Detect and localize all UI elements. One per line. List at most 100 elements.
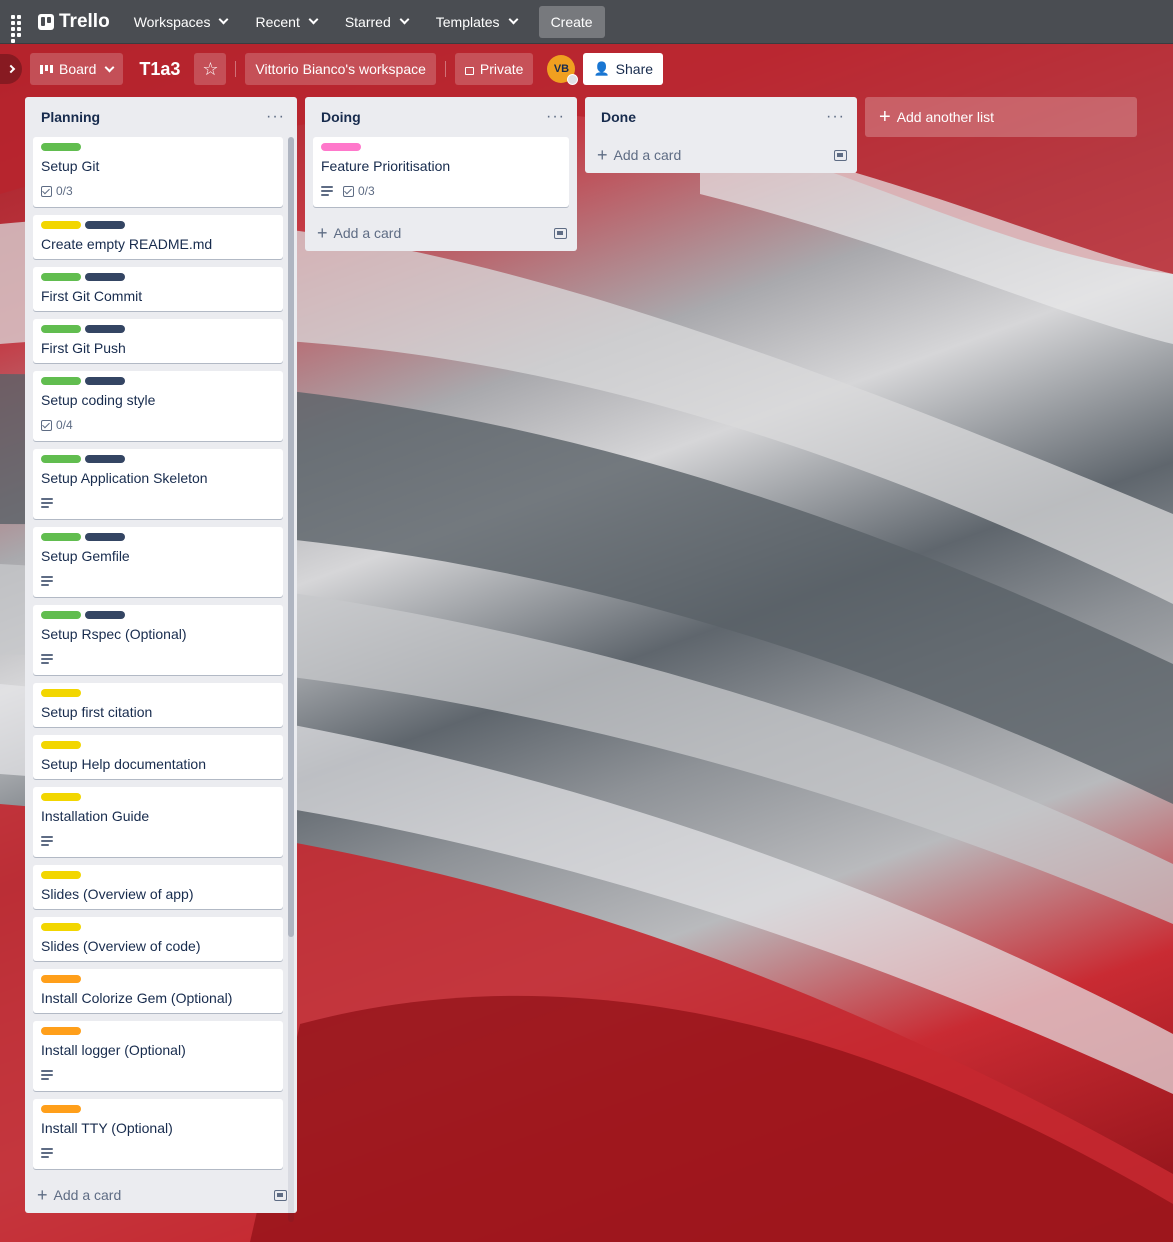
card-template-icon[interactable] <box>554 227 567 239</box>
card-labels <box>41 923 275 931</box>
starred-menu[interactable]: Starred <box>335 6 418 38</box>
board-title[interactable]: T1a3 <box>123 59 194 80</box>
card[interactable]: Setup Application Skeleton <box>33 449 283 519</box>
card-badges <box>41 571 275 591</box>
visibility-button[interactable]: Private <box>454 53 534 85</box>
card[interactable]: Setup first citation <box>33 683 283 727</box>
card[interactable]: Feature Prioritisation 0/3 <box>313 137 569 207</box>
star-icon[interactable]: ☆ <box>194 53 227 85</box>
scrollbar-thumb[interactable] <box>288 137 294 937</box>
label-yellow[interactable] <box>41 871 81 879</box>
card[interactable]: Setup Rspec (Optional) <box>33 605 283 675</box>
add-card-button[interactable]: + Add a card <box>597 146 682 164</box>
card[interactable]: Create empty README.md <box>33 215 283 259</box>
card[interactable]: Setup Git 0/3 <box>33 137 283 207</box>
label-green[interactable] <box>41 325 81 333</box>
label-yellow[interactable] <box>41 689 81 697</box>
visibility-label: Private <box>479 61 524 77</box>
card[interactable]: Slides (Overview of app) <box>33 865 283 909</box>
card-list: Setup Git 0/3 Create empty README.md First … <box>25 137 297 1169</box>
card-labels <box>41 975 275 983</box>
card[interactable]: Setup Gemfile <box>33 527 283 597</box>
app-switcher-icon[interactable] <box>8 12 28 43</box>
card-title: Feature Prioritisation <box>321 158 451 174</box>
list-title[interactable]: Planning <box>41 109 100 125</box>
avatar[interactable]: VB <box>547 55 579 85</box>
recent-label: Recent <box>255 13 300 30</box>
list-title[interactable]: Done <box>601 109 636 125</box>
add-card-label: Add a card <box>613 147 682 163</box>
sidebar-expand-button[interactable] <box>0 54 22 84</box>
label-navy[interactable] <box>85 455 125 463</box>
logo-text: Trello <box>59 10 110 32</box>
list-header: Doing ··· <box>305 97 577 137</box>
label-green[interactable] <box>41 377 81 385</box>
card[interactable]: Install logger (Optional) <box>33 1021 283 1091</box>
list-done[interactable]: Done ··· + Add a card <box>585 97 857 173</box>
card[interactable]: Setup Help documentation <box>33 735 283 779</box>
card[interactable]: Setup coding style 0/4 <box>33 371 283 441</box>
recent-menu[interactable]: Recent <box>245 6 326 38</box>
list-planning[interactable]: Planning ··· Setup Git 0/3 Create empty READ… <box>25 97 297 1222</box>
share-button[interactable]: 👤 Share <box>583 53 664 85</box>
list-menu-icon[interactable]: ··· <box>826 109 845 125</box>
card-title: Install logger (Optional) <box>41 1042 186 1058</box>
add-list-button[interactable]: + Add another list <box>865 97 1137 137</box>
list-doing[interactable]: Doing ··· Feature Prioritisation 0/3 + Add a … <box>305 97 577 251</box>
templates-menu[interactable]: Templates <box>426 6 527 38</box>
label-green[interactable] <box>41 455 81 463</box>
label-yellow[interactable] <box>41 923 81 931</box>
card[interactable]: Slides (Overview of code) <box>33 917 283 961</box>
card-labels <box>321 143 561 151</box>
workspaces-menu[interactable]: Workspaces <box>124 6 238 38</box>
description-badge <box>41 836 53 846</box>
workspaces-label: Workspaces <box>133 13 211 30</box>
view-switcher-button[interactable]: Board <box>30 53 124 85</box>
label-navy[interactable] <box>85 533 125 541</box>
label-navy[interactable] <box>85 325 125 333</box>
label-orange[interactable] <box>41 975 81 983</box>
chevron-down-icon <box>399 14 410 25</box>
workspace-button[interactable]: Vittorio Bianco's workspace <box>245 53 436 85</box>
list-scrollbar[interactable] <box>288 137 294 1222</box>
list-title[interactable]: Doing <box>321 109 361 125</box>
label-orange[interactable] <box>41 1105 81 1113</box>
description-badge <box>41 1070 53 1080</box>
list-menu-icon[interactable]: ··· <box>546 109 565 125</box>
add-card-button[interactable]: + Add a card <box>37 1186 122 1204</box>
card-labels <box>41 221 275 229</box>
card-template-icon[interactable] <box>834 149 847 161</box>
label-yellow[interactable] <box>41 741 81 749</box>
description-icon <box>41 836 53 846</box>
label-green[interactable] <box>41 273 81 281</box>
card[interactable]: First Git Push <box>33 319 283 363</box>
chevron-down-icon <box>104 62 115 72</box>
checklist-count: 0/4 <box>56 418 73 432</box>
label-navy[interactable] <box>85 611 125 619</box>
trello-logo[interactable]: Trello <box>38 11 110 33</box>
label-orange[interactable] <box>41 1027 81 1035</box>
description-badge <box>41 1148 53 1158</box>
label-green[interactable] <box>41 533 81 541</box>
card[interactable]: First Git Commit <box>33 267 283 311</box>
share-label: Share <box>615 61 654 77</box>
card-template-icon[interactable] <box>274 1189 287 1201</box>
add-card-button[interactable]: + Add a card <box>317 224 401 242</box>
label-yellow[interactable] <box>41 793 81 801</box>
label-green[interactable] <box>41 611 81 619</box>
add-card-label: Add a card <box>53 1187 122 1203</box>
label-navy[interactable] <box>85 221 125 229</box>
checklist-badge: 0/4 <box>41 418 73 432</box>
create-button[interactable]: Create <box>538 5 605 38</box>
starred-label: Starred <box>344 13 391 30</box>
label-navy[interactable] <box>85 273 125 281</box>
label-yellow[interactable] <box>41 221 81 229</box>
card[interactable]: Install Colorize Gem (Optional) <box>33 969 283 1013</box>
label-pink[interactable] <box>321 143 361 151</box>
label-green[interactable] <box>41 143 81 151</box>
list-menu-icon[interactable]: ··· <box>266 109 285 125</box>
card-badges: 0/4 <box>41 415 275 435</box>
card[interactable]: Installation Guide <box>33 787 283 857</box>
card[interactable]: Install TTY (Optional) <box>33 1099 283 1169</box>
label-navy[interactable] <box>85 377 125 385</box>
